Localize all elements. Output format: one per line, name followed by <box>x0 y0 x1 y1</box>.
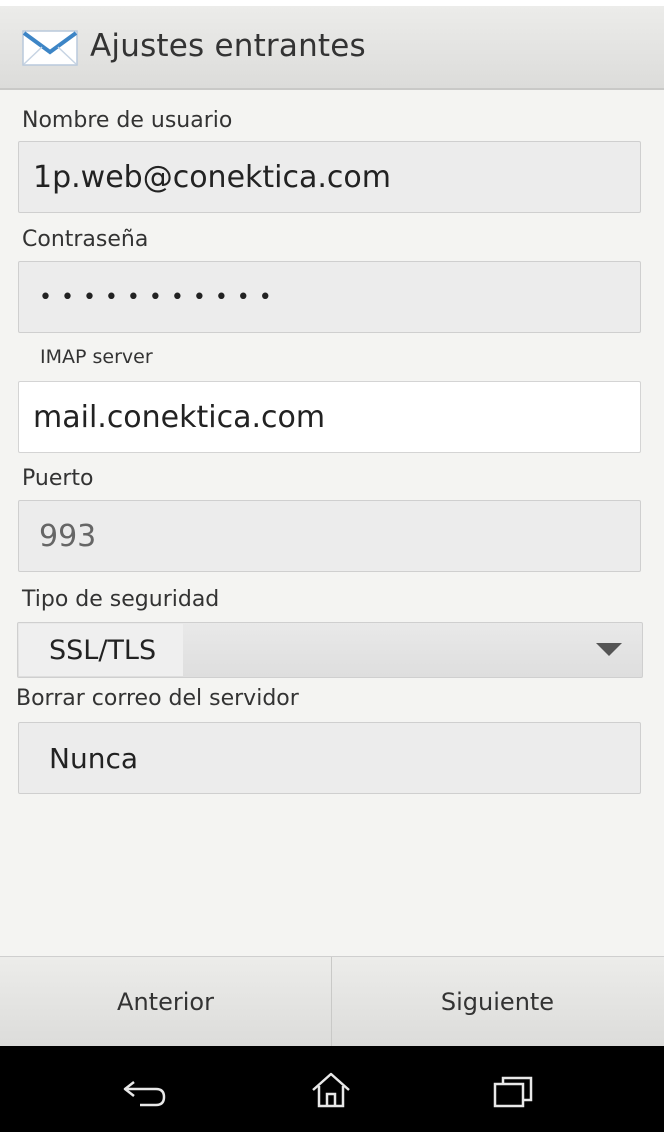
port-label: Puerto <box>22 466 94 491</box>
security-type-label: Tipo de seguridad <box>22 587 220 612</box>
home-icon[interactable] <box>309 1070 353 1110</box>
password-label: Contraseña <box>22 227 149 252</box>
recent-apps-icon[interactable] <box>492 1074 534 1110</box>
username-value: 1p.web@conektica.com <box>33 159 391 195</box>
security-type-select[interactable]: SSL/TLS <box>17 622 643 678</box>
page-title: Ajustes entrantes <box>90 28 366 64</box>
bottom-button-bar: Anterior Siguiente <box>0 956 664 1046</box>
delete-mail-label: Borrar correo del servidor <box>16 686 299 711</box>
next-button[interactable]: Siguiente <box>332 957 663 1046</box>
username-label: Nombre de usuario <box>22 108 233 133</box>
app-bar: Ajustes entrantes <box>0 6 664 90</box>
imap-server-field[interactable]: mail.conektica.com <box>18 381 641 453</box>
back-icon[interactable] <box>122 1074 168 1110</box>
port-value: 993 <box>39 518 97 554</box>
imap-server-value: mail.conektica.com <box>33 399 326 435</box>
delete-mail-value: Nunca <box>49 741 138 775</box>
dropdown-arrow-icon <box>596 643 622 656</box>
previous-button[interactable]: Anterior <box>0 957 331 1046</box>
password-field[interactable]: ••••••••••• <box>18 261 641 333</box>
security-type-value: SSL/TLS <box>19 624 183 676</box>
mail-envelope-icon <box>22 30 78 66</box>
port-field[interactable]: 993 <box>18 500 641 572</box>
imap-server-label: IMAP server <box>40 346 153 368</box>
password-value: ••••••••••• <box>39 284 281 310</box>
username-field[interactable]: 1p.web@conektica.com <box>18 141 641 213</box>
system-nav-bar <box>0 1046 664 1132</box>
delete-mail-select[interactable]: Nunca <box>18 722 641 794</box>
